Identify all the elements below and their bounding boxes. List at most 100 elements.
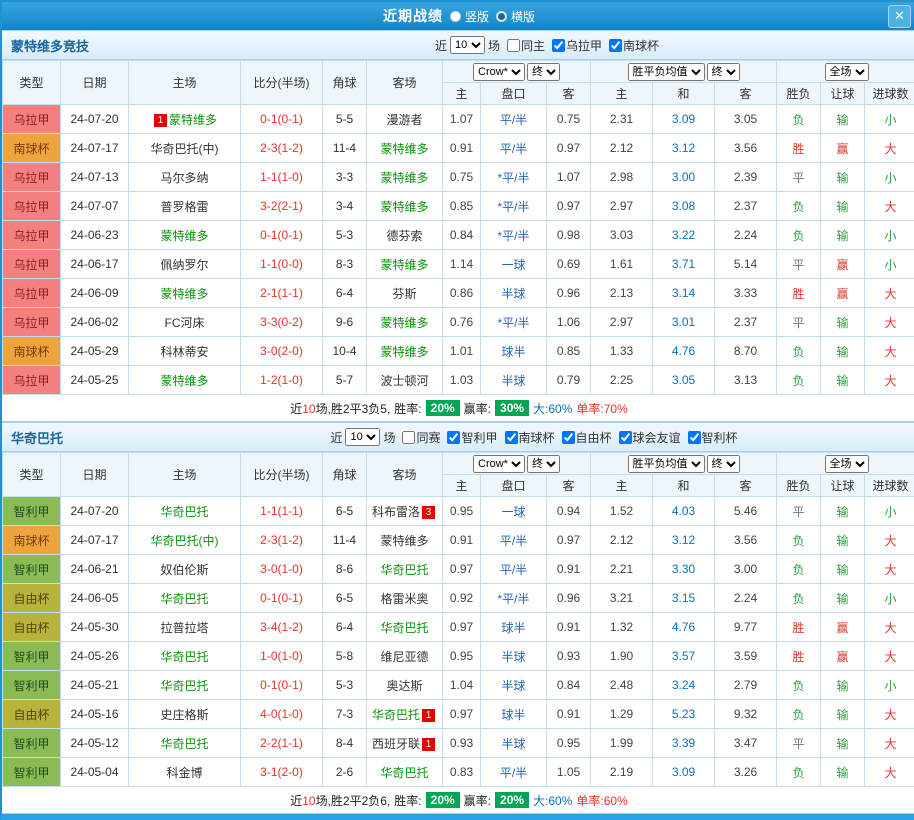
column-header: 日期 <box>61 453 129 497</box>
home-team-name[interactable]: 科金博 <box>166 766 202 780</box>
away-team-name[interactable]: 科布雷洛 <box>372 505 420 519</box>
away-team-name[interactable]: 华奇巴托 <box>380 621 428 635</box>
close-icon[interactable]: ✕ <box>888 5 911 28</box>
score-cell[interactable]: 2-1(1-1) <box>241 279 323 308</box>
filter-checkbox[interactable] <box>688 431 701 444</box>
away-team-name[interactable]: 华奇巴托 <box>380 563 428 577</box>
filter-checkbox-option[interactable]: 乌拉甲 <box>552 37 602 54</box>
home-team-name[interactable]: 奴伯伦斯 <box>160 563 208 577</box>
score-cell[interactable]: 1-1(1-0) <box>241 163 323 192</box>
home-team-name[interactable]: 蒙特维多 <box>160 287 208 301</box>
score-cell[interactable]: 3-4(1-2) <box>241 613 323 642</box>
away-team-name[interactable]: 蒙特维多 <box>380 200 428 214</box>
home-team-name[interactable]: 普罗格雷 <box>160 200 208 214</box>
home-team-name[interactable]: 拉普拉塔 <box>160 621 208 635</box>
score-cell[interactable]: 1-1(0-0) <box>241 250 323 279</box>
filter-checkbox-option[interactable]: 球会友谊 <box>619 429 681 446</box>
layout-option-horizontal[interactable]: 横版 <box>496 8 535 25</box>
away-team-name[interactable]: 蒙特维多 <box>380 258 428 272</box>
score-cell[interactable]: 3-3(0-2) <box>241 308 323 337</box>
away-team-name[interactable]: 德芬索 <box>386 229 422 243</box>
away-team-name[interactable]: 蒙特维多 <box>380 534 428 548</box>
filter-checkbox[interactable] <box>505 431 518 444</box>
league-cell: 自由杯 <box>3 700 61 729</box>
away-team-name[interactable]: 波士顿河 <box>380 374 428 388</box>
home-team-name[interactable]: 蒙特维多 <box>160 229 208 243</box>
date-cell: 24-05-29 <box>61 337 129 366</box>
filter-checkbox[interactable] <box>619 431 632 444</box>
away-team-name[interactable]: 蒙特维多 <box>380 142 428 156</box>
filter-checkbox[interactable] <box>402 431 415 444</box>
score-cell[interactable]: 3-2(2-1) <box>241 192 323 221</box>
filter-checkbox-option[interactable]: 自由杯 <box>562 429 612 446</box>
filter-checkbox-option[interactable]: 南球杯 <box>505 429 555 446</box>
home-team-name[interactable]: FC河床 <box>165 316 205 330</box>
away-team-name[interactable]: 华奇巴托 <box>380 766 428 780</box>
bookmaker-select[interactable]: Crow* <box>473 63 525 81</box>
home-team-name[interactable]: 华奇巴托 <box>160 650 208 664</box>
europe-stage-select[interactable]: 终 <box>707 63 740 81</box>
score-cell[interactable]: 1-0(1-0) <box>241 642 323 671</box>
away-team-name[interactable]: 蒙特维多 <box>380 171 428 185</box>
score-cell[interactable]: 2-3(1-2) <box>241 526 323 555</box>
away-team-name[interactable]: 维尼亚德 <box>380 650 428 664</box>
home-team-name[interactable]: 华奇巴托 <box>160 737 208 751</box>
europe-odds-select[interactable]: 胜平负均值 <box>628 455 705 473</box>
score-cell[interactable]: 0-1(0-1) <box>241 221 323 250</box>
home-team-name[interactable]: 蒙特维多 <box>169 113 217 127</box>
filter-checkbox[interactable] <box>609 39 622 52</box>
home-team-name[interactable]: 马尔多纳 <box>160 171 208 185</box>
home-team-name[interactable]: 蒙特维多 <box>160 374 208 388</box>
match-count-select[interactable]: 10 <box>450 36 485 54</box>
away-team-name[interactable]: 格雷米奥 <box>380 592 428 606</box>
home-team-name[interactable]: 佩纳罗尔 <box>160 258 208 272</box>
layout-option-vertical[interactable]: 竖版 <box>450 8 489 25</box>
home-team-name[interactable]: 史庄格斯 <box>160 708 208 722</box>
score-cell[interactable]: 0-1(0-1) <box>241 671 323 700</box>
score-cell[interactable]: 2-3(1-2) <box>241 134 323 163</box>
europe-stage-select[interactable]: 终 <box>707 455 740 473</box>
score-cell[interactable]: 1-2(1-0) <box>241 366 323 395</box>
asian-stage-select[interactable]: 终 <box>527 63 560 81</box>
filter-checkbox-option[interactable]: 智利杯 <box>688 429 738 446</box>
home-team-name[interactable]: 华奇巴托 <box>160 592 208 606</box>
away-team-name[interactable]: 蒙特维多 <box>380 345 428 359</box>
filter-checkbox[interactable] <box>562 431 575 444</box>
filter-checkbox[interactable] <box>552 39 565 52</box>
filter-checkbox[interactable] <box>447 431 460 444</box>
asian-stage-select[interactable]: 终 <box>527 455 560 473</box>
filter-checkbox-option[interactable]: 同赛 <box>402 429 440 446</box>
away-team-name[interactable]: 漫游者 <box>386 113 422 127</box>
filter-checkbox-option[interactable]: 南球杯 <box>609 37 659 54</box>
home-team-name[interactable]: 华奇巴托(中) <box>151 142 219 156</box>
score-cell[interactable]: 4-0(1-0) <box>241 700 323 729</box>
europe-odds-select[interactable]: 胜平负均值 <box>628 63 705 81</box>
filter-checkbox-option[interactable]: 同主 <box>507 37 545 54</box>
date-cell: 24-05-21 <box>61 671 129 700</box>
away-team-name[interactable]: 蒙特维多 <box>380 316 428 330</box>
scope-select[interactable]: 全场 <box>825 455 869 473</box>
home-team-name[interactable]: 华奇巴托 <box>160 679 208 693</box>
score-cell[interactable]: 3-0(2-0) <box>241 337 323 366</box>
radio-vertical-icon[interactable] <box>450 11 461 22</box>
match-count-select[interactable]: 10 <box>345 428 380 446</box>
away-team-name[interactable]: 奥达斯 <box>386 679 422 693</box>
filter-checkbox-option[interactable]: 智利甲 <box>447 429 497 446</box>
score-cell[interactable]: 3-1(2-0) <box>241 758 323 787</box>
score-cell[interactable]: 1-1(1-1) <box>241 497 323 526</box>
radio-horizontal-icon[interactable] <box>496 11 507 22</box>
bookmaker-select[interactable]: Crow* <box>473 455 525 473</box>
away-team-name[interactable]: 芬斯 <box>392 287 416 301</box>
goals-result-cell: 大 <box>865 642 914 671</box>
score-cell[interactable]: 2-2(1-1) <box>241 729 323 758</box>
score-cell[interactable]: 3-0(1-0) <box>241 555 323 584</box>
home-team-name[interactable]: 科林蒂安 <box>160 345 208 359</box>
away-team-name[interactable]: 西班牙联 <box>372 737 420 751</box>
home-team-name[interactable]: 华奇巴托(中) <box>151 534 219 548</box>
away-team-name[interactable]: 华奇巴托 <box>372 708 420 722</box>
score-cell[interactable]: 0-1(0-1) <box>241 105 323 134</box>
home-team-name[interactable]: 华奇巴托 <box>160 505 208 519</box>
filter-checkbox[interactable] <box>507 39 520 52</box>
score-cell[interactable]: 0-1(0-1) <box>241 584 323 613</box>
scope-select[interactable]: 全场 <box>825 63 869 81</box>
